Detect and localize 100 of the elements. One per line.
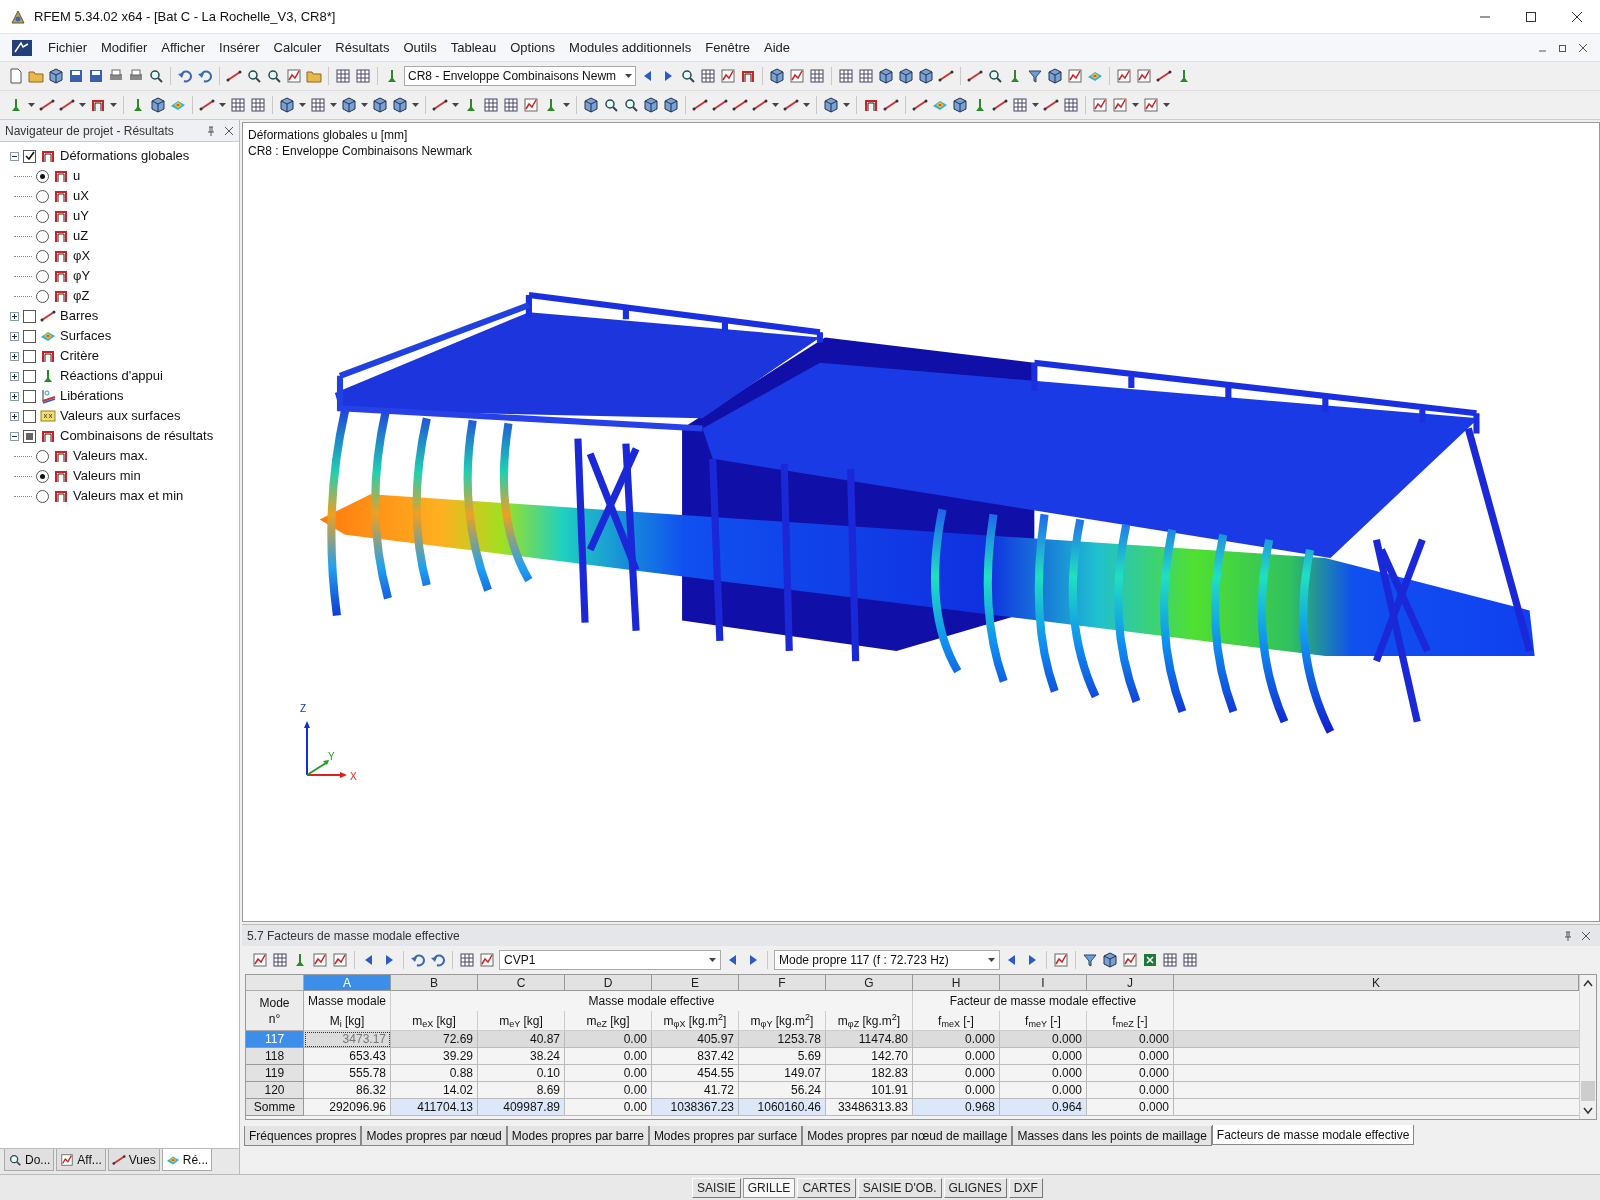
caret-icon[interactable] — [563, 103, 570, 107]
magnifier-icon[interactable] — [987, 68, 1003, 84]
chart-icon[interactable] — [1116, 68, 1132, 84]
expand-icon[interactable] — [10, 311, 19, 321]
menu-item[interactable]: Aide — [758, 35, 797, 60]
grid-icon[interactable] — [272, 952, 288, 968]
undo-icon[interactable] — [197, 68, 213, 84]
radio-button[interactable] — [36, 189, 49, 203]
radio-button[interactable] — [36, 229, 49, 243]
tree-item[interactable]: Libérations — [60, 386, 124, 406]
menu-item[interactable]: Tableau — [444, 35, 503, 60]
chart-icon[interactable] — [312, 952, 328, 968]
expand-icon[interactable] — [10, 371, 19, 381]
beam-icon[interactable] — [883, 97, 899, 113]
cube-icon[interactable] — [583, 97, 599, 113]
navigator-tab[interactable]: Do... — [4, 1149, 55, 1171]
tree-item[interactable]: Valeurs max. — [73, 446, 148, 466]
status-toggle[interactable]: GLIGNES — [943, 1177, 1007, 1198]
chart-icon[interactable] — [1067, 68, 1083, 84]
beam-icon[interactable] — [992, 97, 1008, 113]
tree-item[interactable]: u — [73, 166, 81, 186]
grid-icon[interactable] — [250, 97, 266, 113]
status-toggle[interactable]: SAISIE D'OB. — [857, 1177, 942, 1198]
grid-icon[interactable] — [700, 68, 716, 84]
sheet-tab[interactable]: Modes propres par barre — [506, 1126, 649, 1146]
sheet-tab[interactable]: Fréquences propres — [244, 1126, 362, 1146]
tree-item[interactable]: Valeurs aux surfaces — [60, 406, 181, 426]
load-case-dropdown[interactable]: CR8 - Enveloppe Combinaisons Newm — [404, 66, 636, 86]
expand-icon[interactable] — [10, 331, 19, 341]
grid-icon[interactable] — [483, 97, 499, 113]
spreadsheet-icon[interactable] — [1142, 952, 1158, 968]
frame-icon[interactable] — [90, 97, 106, 113]
radio-button[interactable] — [36, 449, 49, 463]
cube-icon[interactable] — [1047, 68, 1063, 84]
tree-item[interactable]: Valeurs max et min — [73, 486, 184, 506]
status-toggle[interactable]: GRILLE — [742, 1177, 796, 1198]
grid-icon[interactable] — [809, 68, 825, 84]
cube-icon[interactable] — [878, 68, 894, 84]
grid-icon[interactable] — [310, 97, 326, 113]
tree-item[interactable]: Critère — [60, 346, 99, 366]
tree-item[interactable]: φZ — [73, 286, 90, 306]
checkbox[interactable] — [23, 389, 36, 403]
tree-item[interactable]: Combinaisons de résultats — [60, 426, 214, 446]
tree-item[interactable]: Valeurs min — [73, 466, 141, 486]
beam-icon[interactable] — [39, 97, 55, 113]
cube-icon[interactable] — [1102, 952, 1118, 968]
undo-icon[interactable] — [430, 952, 446, 968]
scrollbar-thumb[interactable] — [1581, 1081, 1595, 1101]
tree-item[interactable]: uX — [73, 186, 89, 206]
pin-icon[interactable] — [206, 125, 216, 136]
scroll-down-icon[interactable] — [1583, 1107, 1593, 1115]
radio-button[interactable] — [36, 269, 49, 283]
tree-item[interactable]: φY — [73, 266, 91, 286]
caret-icon[interactable] — [79, 103, 86, 107]
undo-icon[interactable] — [177, 68, 193, 84]
row-header[interactable]: 120 — [246, 1082, 304, 1099]
chart-icon[interactable] — [1092, 97, 1108, 113]
column-letter[interactable]: F — [739, 975, 826, 991]
chart-icon[interactable] — [1143, 97, 1159, 113]
undo-icon[interactable] — [410, 952, 426, 968]
folder-icon[interactable] — [306, 68, 322, 84]
cube-icon[interactable] — [898, 68, 914, 84]
beam-icon[interactable] — [59, 97, 75, 113]
beam-icon[interactable] — [783, 97, 799, 113]
cube-icon[interactable] — [48, 68, 64, 84]
chart-icon[interactable] — [1136, 68, 1152, 84]
cube-icon[interactable] — [341, 97, 357, 113]
status-toggle[interactable]: DXF — [1008, 1177, 1043, 1198]
magnifier-icon[interactable] — [623, 97, 639, 113]
beam-icon[interactable] — [199, 97, 215, 113]
column-letter[interactable]: H — [913, 975, 1000, 991]
tree-item[interactable]: Surfaces — [60, 326, 112, 346]
column-letter[interactable]: K — [1174, 975, 1579, 991]
grid-icon[interactable] — [838, 68, 854, 84]
column-letter[interactable]: C — [478, 975, 565, 991]
column-letter[interactable]: B — [391, 975, 478, 991]
beam-icon[interactable] — [226, 68, 242, 84]
menu-item[interactable]: Options — [504, 35, 562, 60]
caret-icon[interactable] — [28, 103, 35, 107]
caret-icon[interactable] — [452, 103, 459, 107]
caret-icon[interactable] — [219, 103, 226, 107]
frame-icon[interactable] — [863, 97, 879, 113]
cube-icon[interactable] — [952, 97, 968, 113]
tree-item[interactable]: uZ — [73, 226, 89, 246]
magnifier-icon[interactable] — [246, 68, 262, 84]
grid-icon[interactable] — [503, 97, 519, 113]
checkbox[interactable] — [23, 309, 36, 323]
cube-icon[interactable] — [150, 97, 166, 113]
caret-icon[interactable] — [803, 103, 810, 107]
checkbox[interactable] — [23, 369, 36, 383]
radio-button[interactable] — [36, 209, 49, 223]
close-icon[interactable] — [1581, 930, 1591, 941]
grid-icon[interactable] — [1012, 97, 1028, 113]
menu-item[interactable]: Résultats — [329, 35, 396, 60]
caret-icon[interactable] — [772, 103, 779, 107]
grid-icon[interactable] — [230, 97, 246, 113]
sheet-tab[interactable]: Masses dans les points de maillage — [1012, 1126, 1212, 1146]
row-header[interactable]: Somme — [246, 1099, 304, 1116]
cube-icon[interactable] — [392, 97, 408, 113]
navigator-tab[interactable]: Aff... — [56, 1149, 106, 1171]
